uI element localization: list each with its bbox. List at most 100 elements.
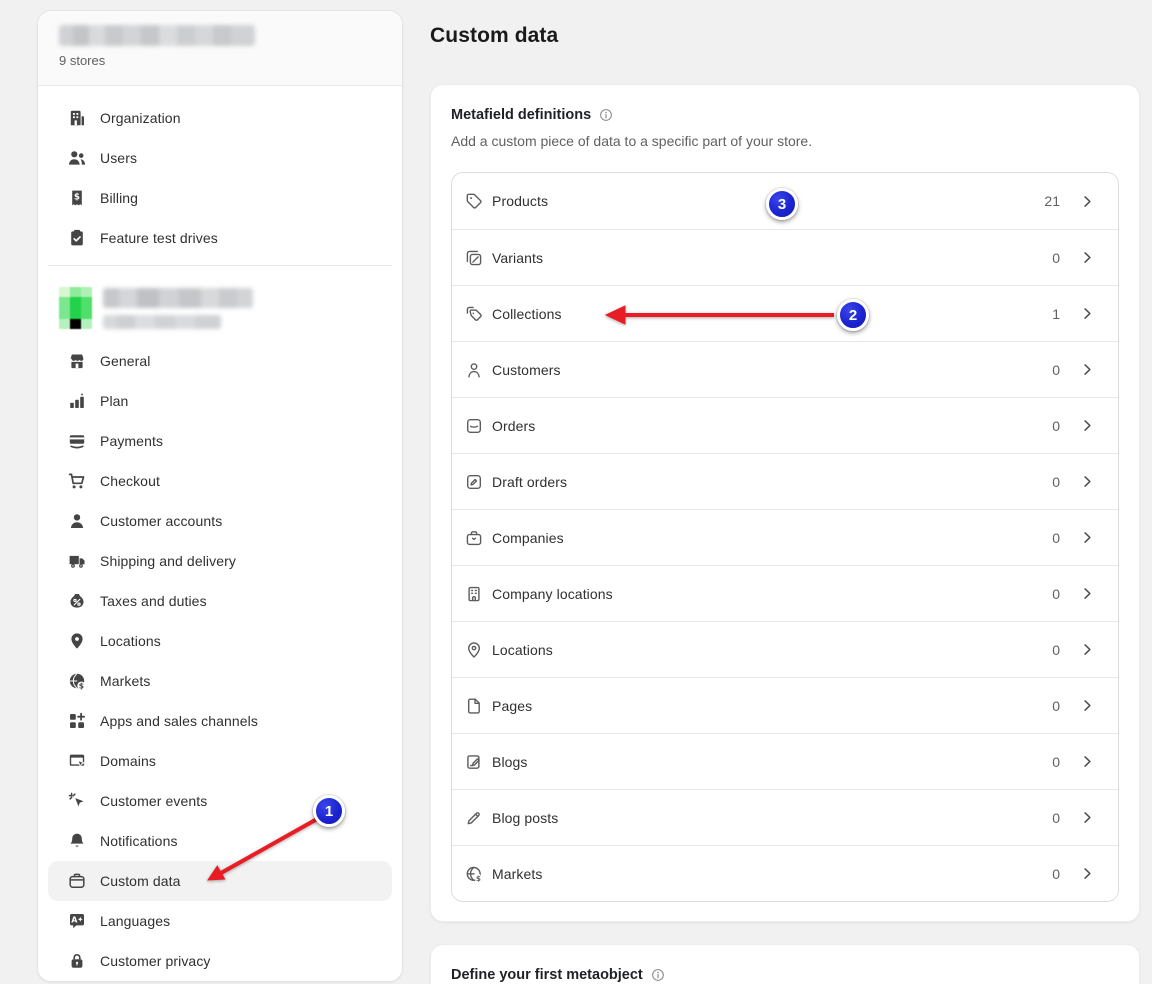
cursor-click-icon	[67, 791, 87, 811]
metafield-definitions-card: Metafield definitions Add a custom piece…	[430, 84, 1140, 922]
sidebar-item-taxes-and-duties[interactable]: Taxes and duties	[48, 581, 392, 621]
organization-header: 9 stores	[38, 11, 402, 86]
apps-grid-plus-icon	[67, 711, 87, 731]
stores-count-label: 9 stores	[59, 53, 382, 68]
settings-sidebar: 9 stores Organization Users Billing Feat…	[37, 10, 403, 982]
sidebar-item-general[interactable]: General	[48, 341, 392, 381]
tag-icon	[464, 191, 484, 211]
metafield-row-companies[interactable]: Companies 0	[452, 509, 1118, 565]
metaobject-card: Define your first metaobject	[430, 944, 1140, 984]
info-icon[interactable]	[650, 967, 666, 983]
location-pin-icon	[67, 631, 87, 651]
card-title: Metafield definitions	[451, 107, 591, 123]
organization-nav: Organization Users Billing Feature test …	[38, 86, 402, 258]
data-box-icon	[67, 871, 87, 891]
users-icon	[67, 148, 87, 168]
building-icon	[464, 584, 484, 604]
metafield-row-draft-orders[interactable]: Draft orders 0	[452, 453, 1118, 509]
globe-dollar-icon	[67, 671, 87, 691]
chevron-right-icon	[1079, 361, 1096, 378]
tax-bag-icon	[67, 591, 87, 611]
chevron-right-icon	[1079, 585, 1096, 602]
definition-count: 0	[1038, 250, 1060, 266]
draft-orders-icon	[464, 472, 484, 492]
blog-icon	[464, 752, 484, 772]
definition-count: 0	[1038, 810, 1060, 826]
info-icon[interactable]	[598, 107, 614, 123]
bell-icon	[67, 831, 87, 851]
storefront-icon	[67, 351, 87, 371]
sidebar-item-languages[interactable]: Languages	[48, 901, 392, 941]
chevron-right-icon	[1079, 697, 1096, 714]
sidebar-item-billing[interactable]: Billing	[48, 178, 392, 218]
sidebar-item-notifications[interactable]: Notifications	[48, 821, 392, 861]
definition-count: 0	[1038, 530, 1060, 546]
store-settings-nav: General Plan Payments Checkout Customer …	[38, 341, 402, 981]
customer-icon	[464, 360, 484, 380]
markets-globe-icon	[464, 864, 484, 884]
sidebar-item-customer-events[interactable]: Customer events	[48, 781, 392, 821]
metaobject-card-title: Define your first metaobject	[451, 967, 643, 983]
browser-window-icon	[67, 751, 87, 771]
redacted-organization-name	[59, 25, 255, 46]
metafield-row-orders[interactable]: Orders 0	[452, 397, 1118, 453]
metafield-row-locations[interactable]: Locations 0	[452, 621, 1118, 677]
sidebar-item-shipping-and-delivery[interactable]: Shipping and delivery	[48, 541, 392, 581]
briefcase-icon	[464, 528, 484, 548]
sidebar-item-domains[interactable]: Domains	[48, 741, 392, 781]
definition-count: 0	[1038, 642, 1060, 658]
metafield-row-markets[interactable]: Markets 0	[452, 845, 1118, 901]
definition-count: 1	[1038, 306, 1060, 322]
chevron-right-icon	[1079, 305, 1096, 322]
store-switcher[interactable]	[38, 266, 402, 341]
metafield-row-variants[interactable]: Variants 0	[452, 229, 1118, 285]
metafield-row-blog-posts[interactable]: Blog posts 0	[452, 789, 1118, 845]
chevron-right-icon	[1079, 641, 1096, 658]
chevron-right-icon	[1079, 809, 1096, 826]
sidebar-item-plan[interactable]: Plan	[48, 381, 392, 421]
truck-icon	[67, 551, 87, 571]
store-meta	[103, 287, 253, 329]
sidebar-item-checkout[interactable]: Checkout	[48, 461, 392, 501]
definition-count: 21	[1038, 193, 1060, 209]
sidebar-item-customer-privacy[interactable]: Customer privacy	[48, 941, 392, 981]
cart-icon	[67, 471, 87, 491]
metafield-row-customers[interactable]: Customers 0	[452, 341, 1118, 397]
page-icon	[464, 696, 484, 716]
sidebar-item-feature-test-drives[interactable]: Feature test drives	[48, 218, 392, 258]
sidebar-item-customer-accounts[interactable]: Customer accounts	[48, 501, 392, 541]
metafield-row-blogs[interactable]: Blogs 0	[452, 733, 1118, 789]
sidebar-item-payments[interactable]: Payments	[48, 421, 392, 461]
metafield-row-company-locations[interactable]: Company locations 0	[452, 565, 1118, 621]
definition-count: 0	[1038, 474, 1060, 490]
definition-count: 0	[1038, 866, 1060, 882]
billing-icon	[67, 188, 87, 208]
definition-count: 0	[1038, 418, 1060, 434]
metafield-row-products[interactable]: Products 21	[452, 173, 1118, 229]
metafield-row-pages[interactable]: Pages 0	[452, 677, 1118, 733]
redacted-store-url	[103, 315, 221, 329]
card-subtitle: Add a custom piece of data to a specific…	[451, 131, 1119, 151]
collections-icon	[464, 304, 484, 324]
variants-icon	[464, 248, 484, 268]
plan-steps-icon	[67, 391, 87, 411]
chevron-right-icon	[1079, 249, 1096, 266]
store-avatar	[59, 287, 92, 329]
shopify-settings-page: 9 stores Organization Users Billing Feat…	[0, 0, 1152, 984]
sidebar-item-custom-data[interactable]: Custom data	[48, 861, 392, 901]
definition-count: 0	[1038, 586, 1060, 602]
sidebar-item-locations[interactable]: Locations	[48, 621, 392, 661]
sidebar-item-markets[interactable]: Markets	[48, 661, 392, 701]
orders-icon	[464, 416, 484, 436]
definition-count: 0	[1038, 698, 1060, 714]
chevron-right-icon	[1079, 193, 1096, 210]
sidebar-item-users[interactable]: Users	[48, 138, 392, 178]
metafield-row-collections[interactable]: Collections 1	[452, 285, 1118, 341]
chevron-right-icon	[1079, 417, 1096, 434]
sidebar-item-organization[interactable]: Organization	[48, 98, 392, 138]
definition-count: 0	[1038, 754, 1060, 770]
definition-count: 0	[1038, 362, 1060, 378]
page-title: Custom data	[430, 21, 558, 50]
sidebar-item-apps-and-sales-channels[interactable]: Apps and sales channels	[48, 701, 392, 741]
location-pin-icon	[464, 640, 484, 660]
